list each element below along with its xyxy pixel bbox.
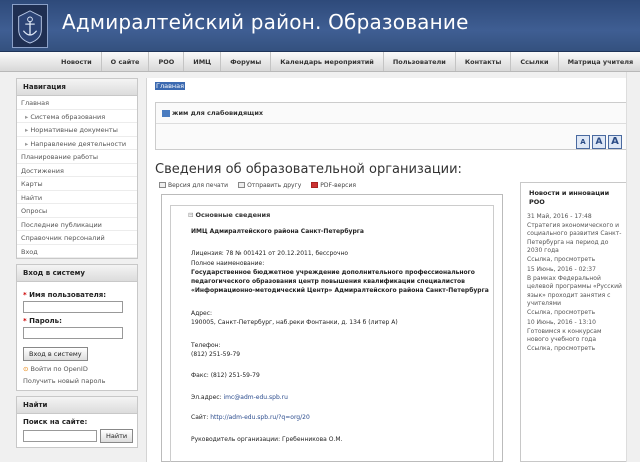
search-button[interactable]: Найти [100, 429, 134, 443]
login-title: Вход в систему [17, 265, 137, 282]
news-link[interactable]: В рамках Федеральной целевой программы «… [527, 275, 622, 308]
basic-info-fieldset: Основные сведения ИМЦ Адмиралтейского ра… [170, 205, 494, 462]
site-header: Адмиралтейский район. Образование [0, 0, 640, 52]
email-line: Эл.адрес: imc@adm-edu.spb.ru [191, 394, 288, 401]
send-friend-link[interactable]: Отправить другу [238, 182, 301, 189]
password-input[interactable] [23, 327, 123, 339]
address-value: 190005, Санкт-Петербург, наб.реки Фонтан… [191, 319, 398, 326]
news-item: 31 Май, 2016 - 17:48 Стратегия экономиче… [527, 213, 623, 264]
accessibility-panel: жим для слабовидящих A A A [155, 102, 627, 150]
accessibility-title[interactable]: жим для слабовидящих [162, 109, 263, 117]
news-block: Новости и инновации РОО 31 Май, 2016 - 1… [520, 182, 630, 462]
openid-login-link[interactable]: Войти по OpenID [23, 365, 131, 373]
search-label: Поиск на сайте: [23, 418, 88, 426]
full-name-label: Полное наименование: [191, 260, 265, 267]
address-label: Адрес: [191, 310, 213, 317]
page-title: Сведения об образовательной организации: [155, 162, 462, 177]
nav-about[interactable]: О сайте [100, 52, 149, 71]
sidebar-item-recent[interactable]: Последние публикации [17, 218, 137, 231]
sidebar-item-achievements[interactable]: Достижения [17, 164, 137, 177]
accessibility-icon [162, 109, 170, 117]
search-input[interactable] [23, 430, 97, 442]
search-title: Найти [17, 397, 137, 414]
navigation-block: Навигация Главная Система образования Но… [16, 78, 138, 259]
font-small-button[interactable]: A [576, 135, 590, 149]
main-nav: Новости О сайте РОО ИМЦ Форумы Календарь… [0, 52, 640, 72]
news-link[interactable]: Готовимся к конкурсам нового учебного го… [527, 328, 602, 344]
search-block: Найти Поиск на сайте: Найти [16, 396, 138, 448]
sidebar-item-find[interactable]: Найти [17, 191, 137, 204]
left-sidebar: Навигация Главная Система образования Но… [16, 78, 138, 453]
news-date: 15 Июнь, 2016 - 02:37 [527, 266, 596, 273]
breadcrumb-home[interactable]: Главная [155, 82, 186, 90]
news-more-link[interactable]: Ссылка, просмотреть [527, 256, 623, 265]
password-label: * Пароль: [23, 317, 62, 325]
nav-links[interactable]: Ссылки [510, 52, 557, 71]
full-name-line-3: «Информационно-методический Центр» Адмир… [191, 287, 489, 294]
full-name-line-2: педагогического образования центр повыше… [191, 278, 465, 285]
sidebar-item-home[interactable]: Главная [17, 96, 137, 110]
navigation-menu: Главная Система образования Нормативные … [17, 96, 137, 258]
nav-roo[interactable]: РОО [148, 52, 183, 71]
site-line: Сайт: http://adm-edu.spb.ru/?q=org/20 [191, 414, 310, 421]
username-label: * Имя пользователя: [23, 291, 107, 299]
anchor-emblem-icon [18, 10, 42, 44]
sidebar-item-planning[interactable]: Планирование работы [17, 150, 137, 164]
phone-value: (812) 251-59-79 [191, 351, 241, 358]
font-large-button[interactable]: A [608, 135, 622, 149]
new-password-link[interactable]: Получить новый пароль [23, 377, 131, 385]
login-button[interactable]: Вход в систему [23, 347, 88, 361]
basic-info-legend[interactable]: Основные сведения [185, 211, 274, 219]
news-item: 15 Июнь, 2016 - 02:37 В рамках Федеральн… [527, 266, 623, 317]
sidebar-item-login[interactable]: Вход [17, 245, 137, 258]
nav-imc[interactable]: ИМЦ [183, 52, 220, 71]
news-more-link[interactable]: Ссылка, просмотреть [527, 345, 623, 354]
news-date: 10 Июнь, 2016 - 13:10 [527, 319, 596, 326]
page-actions: Версия для печати Отправить другу PDF-ве… [159, 182, 356, 189]
org-name: ИМЦ Адмиралтейского района Санкт-Петербу… [191, 228, 364, 235]
page-scrollbar[interactable] [626, 72, 640, 462]
org-license: Лицензия: 78 № 001421 от 20.12.2011, бес… [191, 250, 349, 257]
sidebar-item-regulations[interactable]: Нормативные документы [17, 123, 137, 137]
nav-teacher-matrix[interactable]: Матрица учителя [557, 52, 640, 71]
nav-users[interactable]: Пользователи [382, 52, 455, 71]
sidebar-item-directory[interactable]: Справочник персоналий [17, 231, 137, 245]
nav-calendar[interactable]: Календарь мероприятий [270, 52, 383, 71]
sidebar-item-polls[interactable]: Опросы [17, 204, 137, 218]
site-link[interactable]: http://adm-edu.spb.ru/?q=org/20 [210, 414, 310, 421]
pdf-version-link[interactable]: PDF-версия [311, 182, 356, 189]
envelope-icon [238, 182, 246, 188]
nav-contacts[interactable]: Контакты [454, 52, 510, 71]
sidebar-item-activity[interactable]: Направление деятельности [17, 137, 137, 150]
site-logo[interactable] [12, 4, 48, 48]
navigation-title: Навигация [17, 79, 137, 96]
phone-label: Телефон: [191, 342, 221, 349]
full-name-line-1: Государственное бюджетное учреждение доп… [191, 269, 475, 276]
font-medium-button[interactable]: A [592, 135, 606, 149]
pdf-icon [311, 182, 319, 188]
fax-value: Факс: (812) 251-59-79 [191, 372, 260, 379]
news-date: 31 Май, 2016 - 17:48 [527, 213, 592, 220]
username-input[interactable] [23, 301, 123, 313]
nav-forums[interactable]: Форумы [220, 52, 270, 71]
sidebar-item-education-system[interactable]: Система образования [17, 110, 137, 123]
org-details: Основные сведения ИМЦ Адмиралтейского ра… [161, 194, 503, 462]
news-item: 10 Июнь, 2016 - 13:10 Готовимся к конкур… [527, 319, 623, 353]
login-block: Вход в систему * Имя пользователя: * Пар… [16, 264, 138, 391]
news-title: Новости и инновации РОО [521, 183, 629, 213]
nav-news[interactable]: Новости [52, 52, 101, 71]
news-more-link[interactable]: Ссылка, просмотреть [527, 309, 623, 318]
director-value: Руководитель организации: Гребенникова О… [191, 436, 343, 443]
sidebar-item-maps[interactable]: Карты [17, 177, 137, 191]
site-title[interactable]: Адмиралтейский район. Образование [62, 10, 469, 34]
printer-icon [159, 182, 166, 188]
email-link[interactable]: imc@adm-edu.spb.ru [224, 394, 288, 401]
print-version-link[interactable]: Версия для печати [159, 182, 228, 189]
news-link[interactable]: Стратегия экономического и социального р… [527, 222, 621, 255]
